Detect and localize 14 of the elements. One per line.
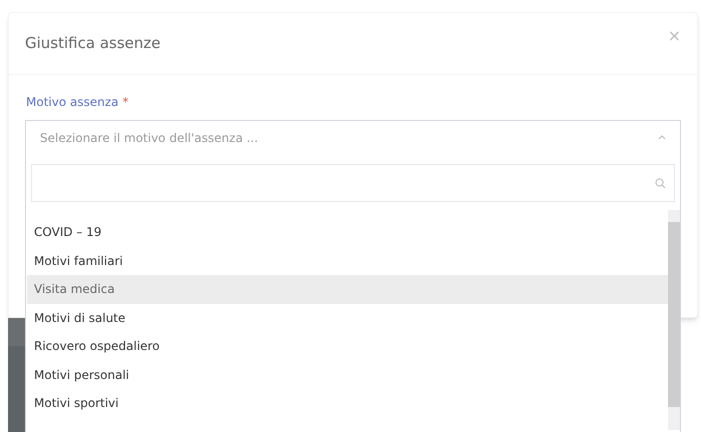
search-field[interactable] bbox=[31, 164, 675, 202]
option-item[interactable]: Ricovero ospedaliero bbox=[27, 332, 668, 360]
option-item[interactable]: Motivi familiari bbox=[27, 246, 668, 275]
option-item[interactable]: Motivi personali bbox=[27, 360, 668, 389]
scrollbar[interactable] bbox=[668, 210, 680, 430]
field-label: Motivo assenza bbox=[26, 94, 118, 111]
option-item[interactable]: Motivi di salute bbox=[27, 304, 668, 332]
required-mark: * bbox=[122, 94, 128, 111]
search-icon bbox=[655, 178, 666, 188]
option-item[interactable]: Motivi sportivi bbox=[27, 389, 668, 418]
caret-icon bbox=[658, 135, 666, 140]
dialog-title: Giustifica assenze bbox=[25, 33, 160, 54]
option-item[interactable]: COVID – 19 bbox=[27, 218, 668, 246]
option-item[interactable]: Visita medica bbox=[27, 275, 668, 304]
